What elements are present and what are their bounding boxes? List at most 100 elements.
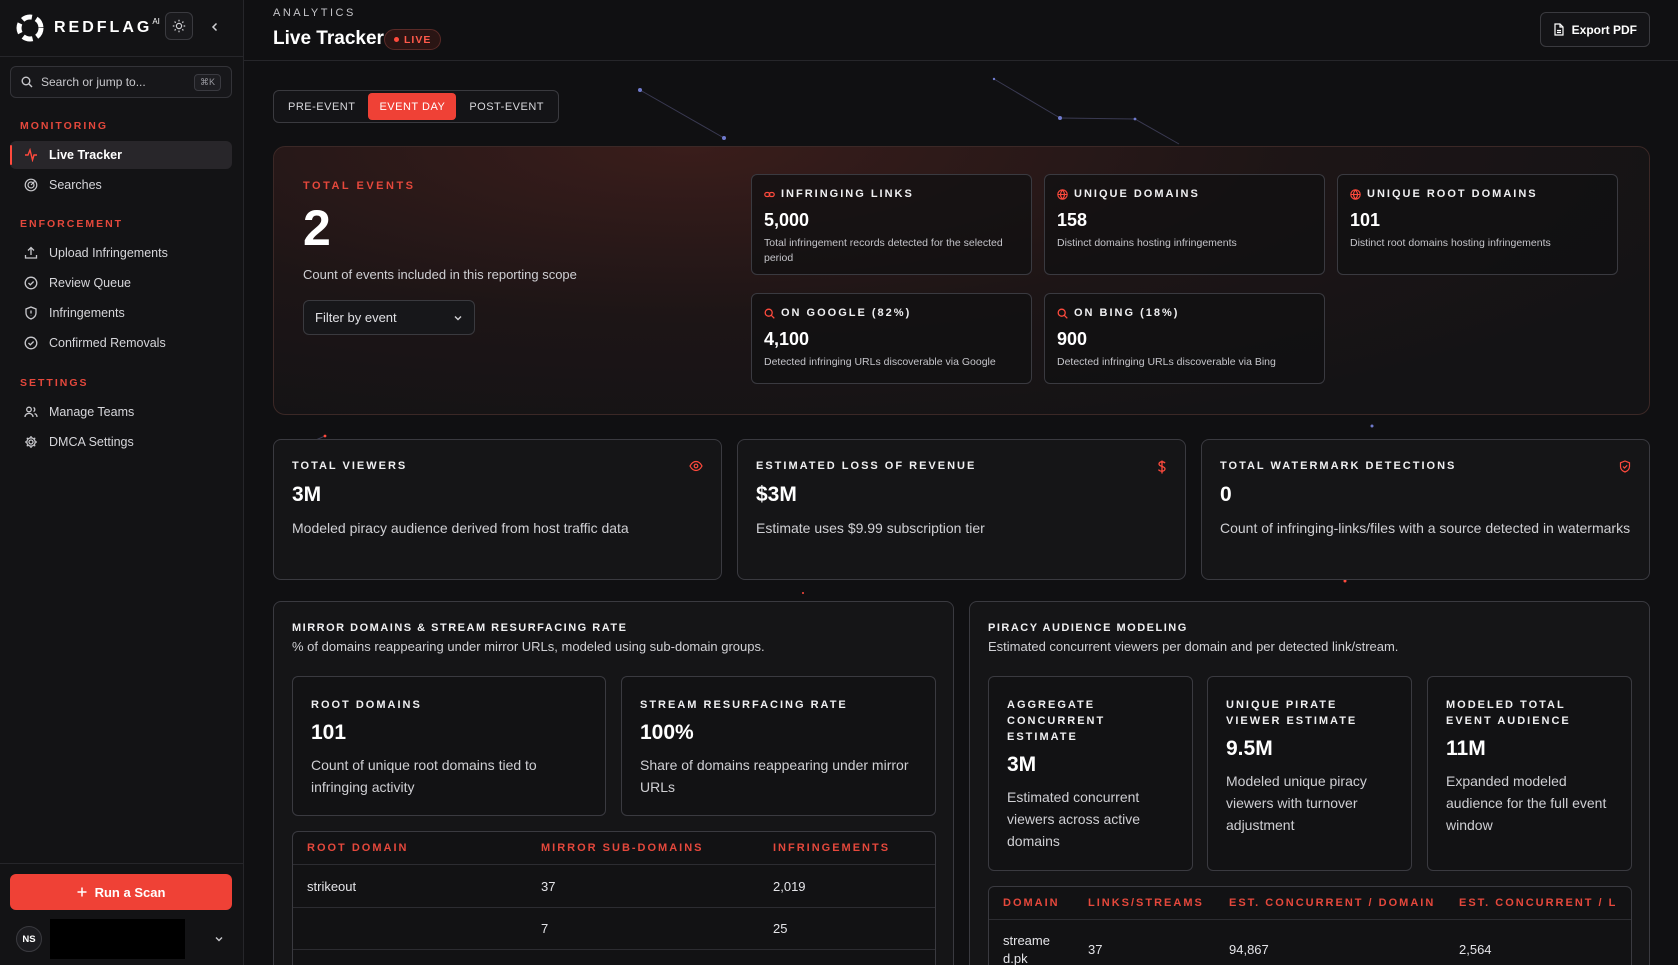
redflag-logo-icon <box>16 14 44 42</box>
sidebar-item-upload-infringements[interactable]: Upload Infringements <box>10 239 232 267</box>
check-circle-icon <box>24 276 38 290</box>
event-phase-tabs: PRE-EVENT EVENT DAY POST-EVENT <box>273 90 559 123</box>
sidebar-item-searches[interactable]: Searches <box>10 171 232 199</box>
kpi-description: Modeled unique piracy viewers with turno… <box>1226 773 1367 833</box>
card-description: Distinct domains hosting infringements <box>1057 237 1237 249</box>
sidebar-item-review-queue[interactable]: Review Queue <box>10 269 232 297</box>
kpi-value: 101 <box>311 721 347 744</box>
shield-check-icon <box>1619 460 1631 473</box>
card-value: 0 <box>1220 483 1232 506</box>
watermark-detections-card: TOTAL WATERMARK DETECTIONS 0 Count of in… <box>1201 439 1650 580</box>
column-header[interactable]: INFRINGEMENTS <box>759 842 890 854</box>
live-dot-icon <box>394 37 399 42</box>
card-title: UNIQUE ROOT DOMAINS <box>1367 188 1538 200</box>
tab-event-day[interactable]: EVENT DAY <box>368 93 457 120</box>
plus-icon <box>77 887 87 897</box>
brand[interactable]: REDFLAGAI <box>16 14 160 42</box>
table-cell: 37 <box>1088 942 1103 957</box>
breadcrumb: ANALYTICS <box>273 7 356 19</box>
sidebar-item-label: Upload Infringements <box>49 246 168 260</box>
live-label: LIVE <box>404 33 432 46</box>
column-header[interactable]: MIRROR SUB-DOMAINS <box>527 842 759 854</box>
tab-post-event[interactable]: POST-EVENT <box>458 93 555 120</box>
radar-icon <box>24 178 38 192</box>
column-header[interactable]: LINKS/STREAMS <box>1074 897 1215 909</box>
card-title: UNIQUE DOMAINS <box>1074 188 1200 200</box>
kpi-description: Count of unique root domains tied to inf… <box>311 757 537 795</box>
sidebar-item-live-tracker[interactable]: Live Tracker <box>10 141 232 169</box>
sidebar-item-dmca-settings[interactable]: DMCA Settings <box>10 428 232 456</box>
card-description: Total infringement records detected for … <box>764 237 1003 264</box>
column-header[interactable]: ROOT DOMAIN <box>293 842 527 854</box>
card-description: Count of infringing-links/files with a s… <box>1220 520 1631 536</box>
shield-alert-icon <box>25 306 37 320</box>
kpi-value: 9.5M <box>1226 737 1273 760</box>
infringing-links-card: INFRINGING LINKS 5,000 Total infringemen… <box>751 174 1032 275</box>
column-header[interactable]: EST. CONCURRENT / DOMAIN <box>1215 897 1445 909</box>
sidebar-item-label: Confirmed Removals <box>49 336 166 350</box>
globe-icon <box>1057 188 1068 200</box>
total-events-label: TOTAL EVENTS <box>303 180 416 192</box>
table-row[interactable]: streamed.pk 37 94,867 2,564 <box>989 920 1631 965</box>
link-icon <box>764 191 775 197</box>
column-header[interactable]: DOMAIN <box>989 897 1074 909</box>
piracy-audience-panel: PIRACY AUDIENCE MODELING Estimated concu… <box>969 601 1650 965</box>
kpi-description: Share of domains reappearing under mirro… <box>640 757 909 795</box>
kpi-value: 3M <box>1007 753 1037 776</box>
kpi-description: Estimated concurrent viewers across acti… <box>1007 789 1141 849</box>
mirror-domains-table: ROOT DOMAIN MIRROR SUB-DOMAINS INFRINGEM… <box>292 831 936 965</box>
theme-toggle-button[interactable] <box>165 12 193 40</box>
panel-subtitle: % of domains reappearing under mirror UR… <box>292 639 765 654</box>
user-menu[interactable]: NS <box>16 919 228 959</box>
table-cell: 2,019 <box>773 878 806 894</box>
table-row[interactable]: 7 25 <box>293 908 935 950</box>
users-icon <box>24 406 38 418</box>
sidebar-item-infringements[interactable]: Infringements <box>10 299 232 327</box>
modeled-audience-kpi: MODELED TOTAL EVENT AUDIENCE 11M Expande… <box>1427 676 1632 871</box>
aggregate-concurrent-kpi: AGGREGATE CONCURRENT ESTIMATE 3M Estimat… <box>988 676 1193 871</box>
export-pdf-label: Export PDF <box>1571 22 1637 37</box>
filter-by-event-select[interactable]: Filter by event <box>303 300 475 335</box>
sun-icon <box>172 19 186 33</box>
table-cell: 2,564 <box>1459 942 1492 957</box>
check-circle-icon <box>24 336 38 350</box>
export-pdf-button[interactable]: Export PDF <box>1539 12 1650 47</box>
search-icon <box>764 308 775 319</box>
table-row[interactable]: strikeout 37 2,019 <box>293 865 935 908</box>
card-description: Detected infringing URLs discoverable vi… <box>1057 356 1276 368</box>
sidebar-item-label: Infringements <box>49 306 125 320</box>
root-domains-kpi: ROOT DOMAINS 101 Count of unique root do… <box>292 676 606 816</box>
panel-title: PIRACY AUDIENCE MODELING <box>988 622 1188 634</box>
sidebar-item-confirmed-removals[interactable]: Confirmed Removals <box>10 329 232 357</box>
card-title: TOTAL VIEWERS <box>292 460 408 472</box>
card-value: 4,100 <box>764 329 810 349</box>
run-scan-button[interactable]: Run a Scan <box>10 874 232 910</box>
collapse-sidebar-button[interactable] <box>206 18 224 36</box>
search-shortcut: ⌘K <box>193 73 221 91</box>
card-title: ON BING (18%) <box>1074 307 1180 319</box>
total-events-description: Count of events included in this reporti… <box>303 267 577 282</box>
search-icon <box>1057 308 1068 319</box>
search-input[interactable]: Search or jump to... ⌘K <box>10 66 232 98</box>
panel-title: MIRROR DOMAINS & STREAM RESURFACING RATE <box>292 622 628 634</box>
sidebar-item-label: Review Queue <box>49 276 131 290</box>
stream-resurfacing-kpi: STREAM RESURFACING RATE 100% Share of do… <box>621 676 936 816</box>
unique-viewer-kpi: UNIQUE PIRATE VIEWER ESTIMATE 9.5M Model… <box>1207 676 1412 871</box>
chevron-down-icon <box>215 937 223 942</box>
gear-icon <box>25 436 37 448</box>
sidebar-item-manage-teams[interactable]: Manage Teams <box>10 398 232 426</box>
table-cell: streamed.pk <box>1003 933 1050 965</box>
divider <box>0 863 244 864</box>
tab-pre-event[interactable]: PRE-EVENT <box>277 93 366 120</box>
chevron-down-icon <box>454 315 462 320</box>
section-title-enforcement: ENFORCEMENT <box>20 218 124 230</box>
page-title: Live Tracker <box>273 28 384 49</box>
card-value: 101 <box>1350 210 1381 230</box>
card-value: 5,000 <box>764 210 810 230</box>
main-content: PRE-EVENT EVENT DAY POST-EVENT TOTAL EVE… <box>244 62 1678 965</box>
kpi-description: Expanded modeled audience for the full e… <box>1446 773 1607 833</box>
file-icon <box>1554 23 1564 36</box>
total-events-value: 2 <box>303 200 331 256</box>
column-header[interactable]: EST. CONCURRENT / LINK <box>1445 897 1615 909</box>
table-cell: 37 <box>541 878 556 894</box>
